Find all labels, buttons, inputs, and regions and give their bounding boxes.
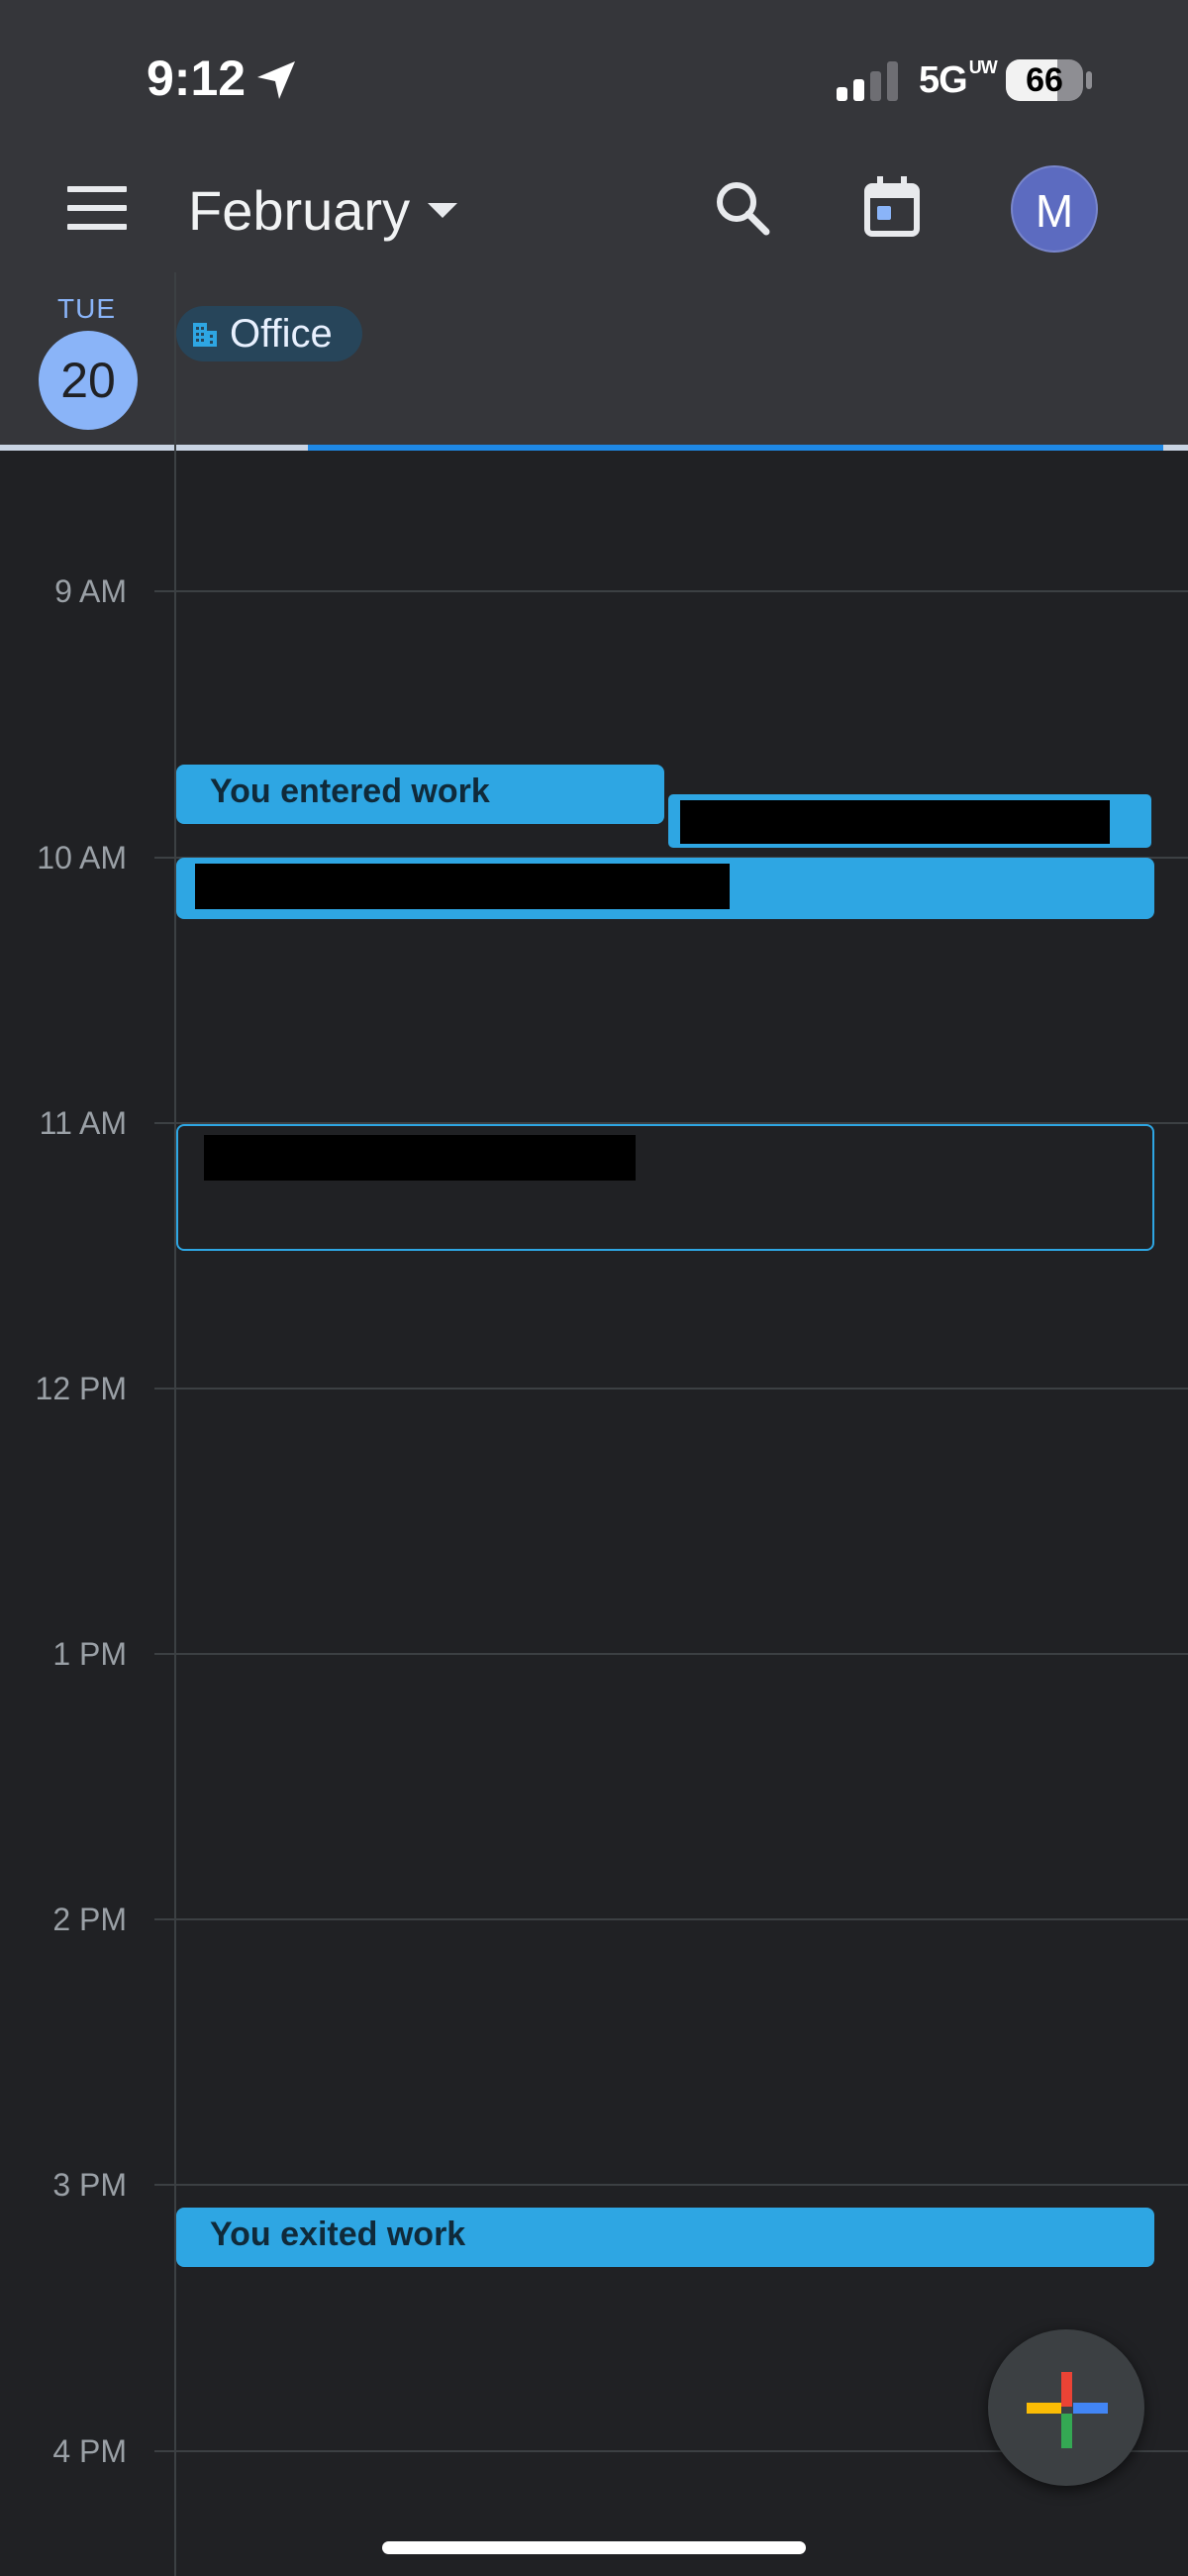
- hour-label: 11 AM: [39, 1105, 127, 1141]
- event-redacted[interactable]: [176, 858, 1154, 919]
- plus-icon: [1027, 2372, 1108, 2448]
- redacted-title: [204, 1135, 636, 1181]
- location-arrow-icon: [257, 61, 295, 99]
- hour-label: 9 AM: [54, 573, 127, 609]
- account-avatar[interactable]: M: [1011, 165, 1098, 253]
- network-label: 5G: [919, 59, 968, 101]
- hour-label: 3 PM: [52, 2167, 127, 2203]
- month-selector[interactable]: February: [188, 178, 410, 243]
- date-badge[interactable]: 20: [39, 331, 138, 430]
- event-redacted[interactable]: [665, 791, 1154, 851]
- hour-label: 2 PM: [52, 1902, 127, 1937]
- cellular-signal-icon: [837, 61, 898, 101]
- hour-label: 4 PM: [52, 2433, 127, 2469]
- hour-line: [154, 2184, 1188, 2186]
- status-time: 9:12: [147, 51, 247, 106]
- event-redacted-outlined[interactable]: [176, 1124, 1154, 1251]
- event-exited-work[interactable]: You exited work: [176, 2208, 1154, 2267]
- battery-tip: [1086, 71, 1092, 89]
- weekday-label: TUE: [57, 293, 116, 324]
- office-chip[interactable]: Office: [176, 306, 362, 361]
- building-icon: [193, 323, 217, 347]
- home-indicator[interactable]: [382, 2541, 806, 2554]
- hour-line: [154, 1653, 1188, 1655]
- network-type: 5G UW: [919, 57, 998, 102]
- today-calendar-icon[interactable]: [861, 174, 923, 240]
- hour-line: [154, 590, 1188, 592]
- caret-down-icon[interactable]: [428, 203, 457, 218]
- office-chip-label: Office: [230, 312, 333, 356]
- hour-line: [154, 1918, 1188, 1920]
- battery-level: 66: [1026, 61, 1063, 99]
- hour-line: [154, 1388, 1188, 1390]
- hour-label: 12 PM: [35, 1371, 127, 1406]
- redacted-title: [195, 864, 730, 909]
- redacted-title: [680, 800, 1110, 844]
- event-title: You exited work: [210, 2215, 466, 2253]
- loading-bar: [308, 445, 1163, 451]
- event-entered-work[interactable]: You entered work: [176, 765, 664, 824]
- hour-label: 1 PM: [52, 1636, 127, 1672]
- menu-icon[interactable]: [67, 186, 127, 230]
- create-event-button[interactable]: [988, 2329, 1144, 2486]
- event-title: You entered work: [210, 773, 490, 810]
- network-suffix: UW: [968, 57, 998, 77]
- search-icon[interactable]: [713, 178, 774, 240]
- battery-icon: 66: [1006, 59, 1083, 101]
- hour-label: 10 AM: [37, 840, 127, 876]
